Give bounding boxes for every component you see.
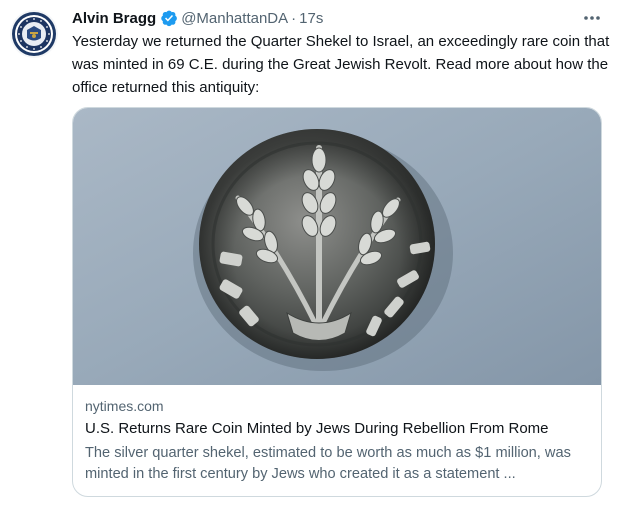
tweet-text: Yesterday we returned the Quarter Shekel… — [72, 33, 610, 96]
more-options-icon — [584, 16, 600, 20]
tweet-header: Alvin Bragg @ManhattanDA · 17s — [72, 8, 323, 28]
link-preview-card[interactable]: nytimes.com U.S. Returns Rare Coin Minte… — [72, 107, 602, 497]
author-avatar[interactable] — [10, 10, 58, 58]
author-name[interactable]: Alvin Bragg — [72, 10, 156, 27]
tweet-timestamp[interactable]: 17s — [299, 10, 323, 27]
verified-badge-icon — [161, 10, 178, 27]
more-options-button[interactable] — [580, 8, 604, 28]
card-title[interactable]: U.S. Returns Rare Coin Minted by Jews Du… — [85, 419, 591, 443]
header-separator: · — [291, 9, 297, 27]
tweet[interactable]: Alvin Bragg @ManhattanDA · 17s Yesterday… — [0, 0, 640, 509]
coin-image — [73, 108, 601, 385]
card-meta: nytimes.com U.S. Returns Rare Coin Minte… — [85, 397, 591, 485]
card-description: The silver quarter shekel, estimated to … — [85, 445, 571, 482]
card-domain: nytimes.com — [85, 398, 164, 414]
author-handle[interactable]: @ManhattanDA — [181, 10, 288, 27]
office-seal-icon — [10, 10, 58, 58]
card-image[interactable] — [73, 108, 601, 385]
